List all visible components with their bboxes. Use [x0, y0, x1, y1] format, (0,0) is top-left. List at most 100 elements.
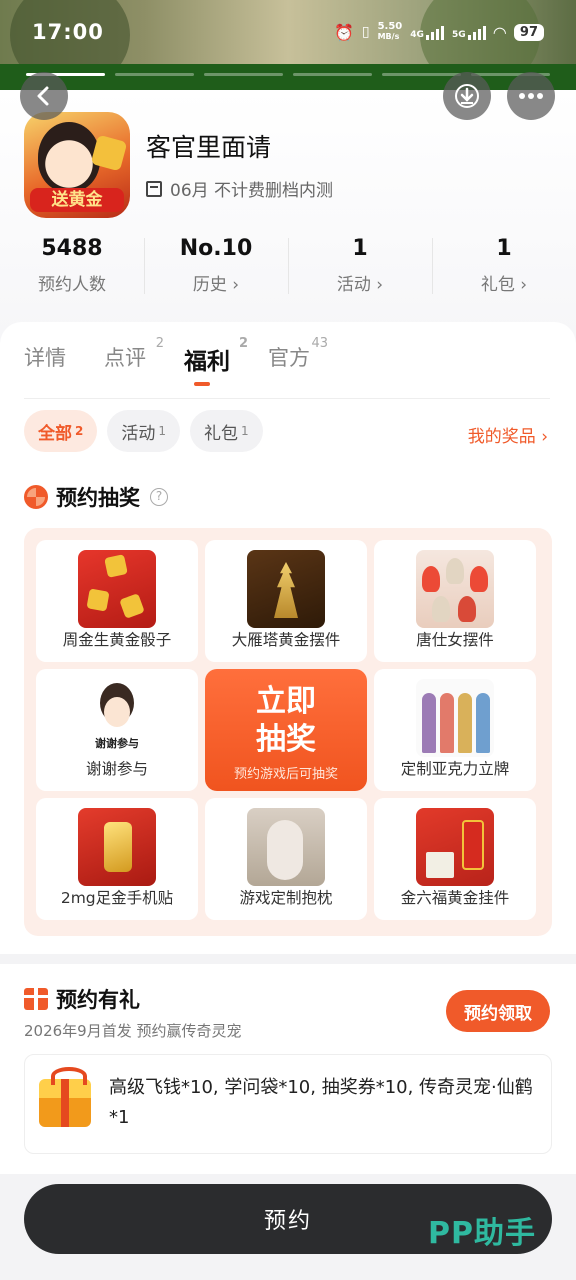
chip-label: 全部 — [38, 423, 72, 444]
thanks-character-image: 谢谢参与 — [78, 679, 156, 757]
more-dots-icon — [519, 93, 543, 99]
signal-4g-label: 4G — [410, 30, 424, 40]
tab-bar: 详情 点评 2 福利 2 官方 43 — [24, 336, 328, 376]
banner-progress-segment — [115, 73, 194, 76]
stat-value: 1 — [352, 236, 368, 261]
prize-cell: 金六福黄金挂件 — [374, 798, 536, 920]
prize-cell: 定制亚克力立牌 — [374, 669, 536, 791]
download-icon — [455, 84, 479, 108]
gift-title-text: 预约有礼 — [56, 988, 140, 1012]
battery-indicator: 97 — [513, 23, 544, 41]
app-icon-character — [38, 122, 100, 192]
chip-label: 活动 — [121, 423, 156, 444]
tab-benefits[interactable]: 福利 2 — [184, 336, 248, 376]
draw-main-label: 立即 抽奖 — [256, 683, 316, 759]
tab-count: 43 — [311, 336, 328, 351]
reward-list: 高级飞钱*10, 学问袋*10, 抽奖券*10, 传奇灵宠·仙鹤*1 — [109, 1077, 533, 1128]
filter-all[interactable]: 全部 2 — [24, 410, 98, 452]
stat-label: 历史 › — [192, 275, 240, 295]
stat-activity[interactable]: 1 活动 › — [288, 232, 432, 302]
prize-cell: 2mg足金手机贴 — [36, 798, 198, 920]
tab-reviews[interactable]: 点评 2 — [104, 336, 164, 376]
stat-history[interactable]: No.10 历史 › — [144, 232, 288, 302]
pagoda-ornament-image — [247, 550, 325, 628]
app-name: 客官里面请 — [146, 133, 272, 162]
prize-cell: 游戏定制抱枕 — [205, 798, 367, 920]
lottery-section-title: 预约抽奖 ? — [24, 482, 168, 512]
prize-cell: 大雁塔黄金摆件 — [205, 540, 367, 662]
hero-green-strip — [0, 64, 576, 90]
prize-label: 游戏定制抱枕 — [239, 889, 333, 907]
prize-label: 大雁塔黄金摆件 — [231, 631, 341, 649]
wifi-icon: ◠ — [493, 22, 506, 42]
download-button[interactable] — [443, 72, 491, 120]
stat-giftpack[interactable]: 1 礼包 › — [432, 232, 576, 302]
lottery-icon — [24, 485, 48, 509]
reservation-gift-card: 预约有礼 2026年9月首发 预约赢传奇灵宠 预约领取 高级飞钱*10, 学问袋… — [0, 964, 576, 1174]
vibrate-icon: ▯ — [361, 24, 370, 40]
lottery-title-text: 预约抽奖 — [56, 486, 140, 510]
gold-pendant-image — [416, 808, 494, 886]
app-icon-ribbon: 送黄金 — [30, 188, 124, 212]
prize-label: 唐仕女摆件 — [416, 631, 494, 649]
gift-icon — [24, 988, 48, 1010]
stat-label: 预约人数 — [38, 275, 106, 295]
gift-box-icon — [39, 1067, 91, 1127]
gold-dice-image — [78, 550, 156, 628]
app-icon: 送黄金 — [24, 112, 130, 218]
status-time: 17:00 — [32, 20, 104, 44]
tab-count: 2 — [238, 336, 248, 351]
my-prizes-link[interactable]: 我的奖品 › — [468, 422, 548, 447]
tang-lady-figurine-image — [416, 550, 494, 628]
signal-5g-label: 5G — [451, 30, 466, 40]
active-tab-indicator — [194, 382, 210, 386]
tab-official[interactable]: 官方 43 — [268, 336, 328, 376]
app-subtitle: 06月 不计费删档内测 — [146, 176, 333, 201]
prize-label: 周金生黄金骰子 — [62, 631, 172, 649]
bottom-bar: 预约 PP助手 — [0, 1176, 576, 1280]
tab-label: 点评 — [104, 346, 146, 370]
filter-giftpack[interactable]: 礼包 1 — [190, 410, 263, 452]
tab-divider — [24, 398, 550, 399]
status-icons: ⏰ ▯ 5.50 MB/s 4G 5G ◠ 97 — [334, 22, 544, 42]
stat-label: 礼包 › — [480, 275, 528, 295]
reserve-claim-button[interactable]: 预约领取 — [446, 990, 550, 1032]
chip-count: 1 — [158, 424, 166, 438]
stat-reservations: 5488 预约人数 — [0, 232, 144, 302]
draw-main-line: 立即 — [256, 683, 316, 719]
chip-label: 礼包 — [204, 423, 238, 444]
tab-details[interactable]: 详情 — [24, 342, 76, 376]
signal-4g: 4G — [410, 24, 444, 40]
tab-label: 详情 — [24, 346, 66, 370]
alarm-icon: ⏰ — [333, 22, 354, 42]
prize-label: 金六福黄金挂件 — [400, 889, 510, 907]
draw-main-line: 抽奖 — [256, 721, 316, 757]
tab-label: 官方 — [268, 346, 310, 370]
help-icon[interactable]: ? — [150, 488, 168, 506]
chip-count: 1 — [241, 424, 249, 438]
prize-label: 2mg足金手机贴 — [60, 889, 174, 907]
net-speed-unit: MB/s — [377, 32, 400, 41]
net-speed-value: 5.50 — [377, 21, 403, 32]
gift-title: 预约有礼 — [24, 984, 140, 1014]
gift-subtitle: 2026年9月首发 预约赢传奇灵宠 — [24, 1022, 242, 1040]
stat-value: 1 — [496, 236, 512, 261]
filter-activity[interactable]: 活动 1 — [107, 410, 180, 452]
prize-cell: 唐仕女摆件 — [374, 540, 536, 662]
more-button[interactable] — [507, 72, 555, 120]
signal-bars-icon — [467, 24, 486, 40]
draw-now-button[interactable]: 立即 抽奖 预约游戏后可抽奖 — [205, 669, 367, 791]
signal-bars-icon — [425, 24, 444, 40]
back-button[interactable] — [20, 72, 68, 120]
draw-sub-label: 预约游戏后可抽奖 — [233, 766, 338, 782]
main-card: 详情 点评 2 福利 2 官方 43 全部 2 活动 1 礼包 1 我的奖品 › 预约抽奖 … — [0, 322, 576, 954]
gold-phone-sticker-image — [78, 808, 156, 886]
prize-cell: 谢谢参与 谢谢参与 — [36, 669, 198, 791]
stat-value: No.10 — [179, 236, 253, 261]
thanks-thumb-text: 谢谢参与 — [95, 737, 139, 750]
pp-assistant-watermark: PP助手 — [428, 1216, 536, 1251]
acrylic-stand-image — [416, 679, 494, 757]
prize-cell: 周金生黄金骰子 — [36, 540, 198, 662]
app-subtitle-text: 06月 不计费删档内测 — [170, 181, 334, 201]
prize-label: 定制亚克力立牌 — [400, 760, 510, 778]
